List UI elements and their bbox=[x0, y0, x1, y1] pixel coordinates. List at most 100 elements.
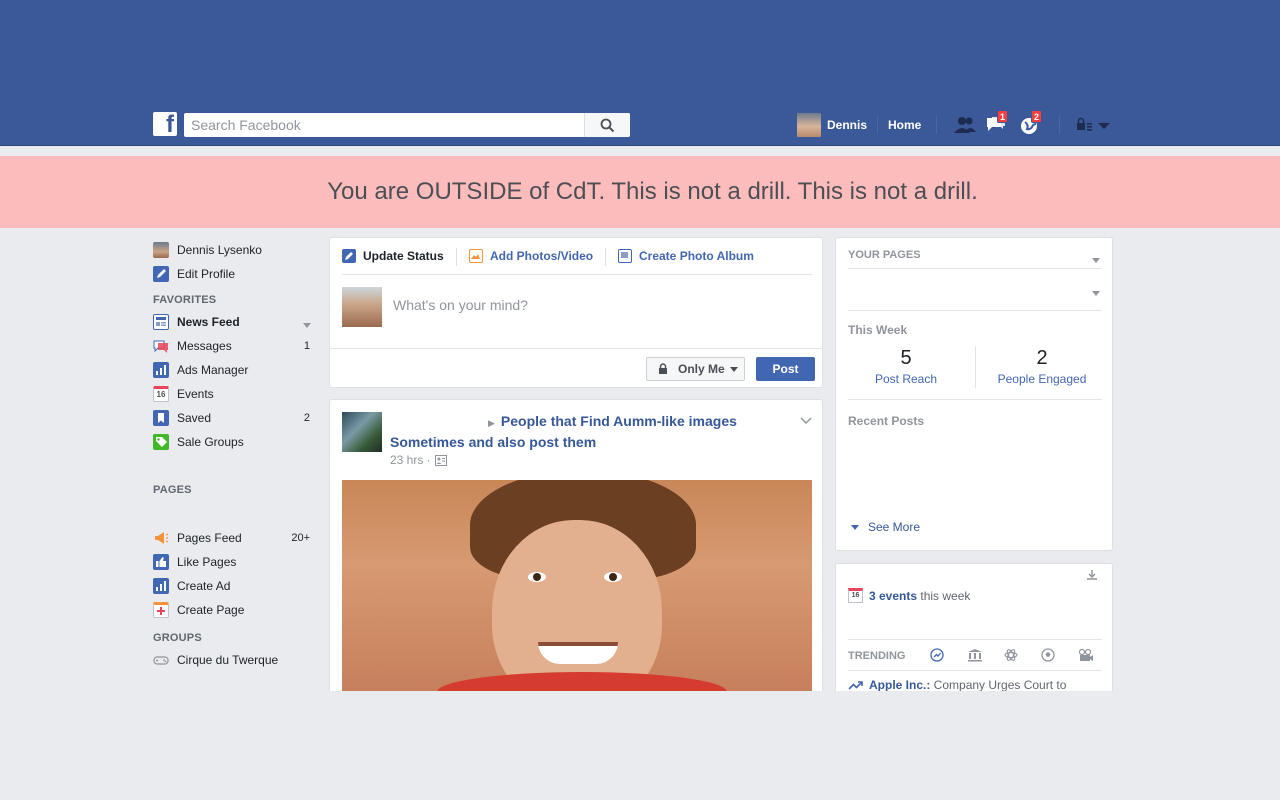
people-engaged-link[interactable]: People Engaged bbox=[982, 372, 1102, 386]
avatar[interactable] bbox=[342, 412, 382, 452]
home-link[interactable]: Home bbox=[888, 118, 921, 132]
divider bbox=[975, 346, 976, 388]
privacy-shortcuts-icon[interactable] bbox=[1075, 114, 1099, 136]
sidebar-item-label: Events bbox=[177, 387, 214, 401]
sidebar-item-label: Sale Groups bbox=[177, 435, 244, 449]
avatar[interactable] bbox=[797, 113, 821, 137]
status-input[interactable]: What's on your mind? bbox=[393, 297, 528, 313]
sidebar-item-news-feed[interactable]: News Feed bbox=[153, 310, 313, 334]
post-reach-link[interactable]: Post Reach bbox=[846, 372, 966, 386]
events-row[interactable]: 16 3 events this week bbox=[848, 588, 970, 603]
sidebar-item-profile[interactable]: Dennis Lysenko bbox=[153, 238, 313, 262]
sidebar-item-label: Dennis Lysenko bbox=[177, 243, 262, 257]
avatar bbox=[342, 287, 382, 327]
sidebar-item-edit-profile[interactable]: Edit Profile bbox=[153, 262, 313, 286]
profile-link[interactable]: Dennis bbox=[827, 118, 867, 132]
top-navigation-bar: f Dennis Home 1 2 bbox=[0, 0, 1280, 146]
search-button[interactable] bbox=[584, 113, 630, 137]
divider bbox=[848, 639, 1102, 640]
download-icon[interactable] bbox=[1086, 569, 1098, 584]
events-icon: 16 bbox=[153, 386, 169, 402]
tab-update-status[interactable]: Update Status bbox=[342, 248, 444, 264]
messages-icon[interactable]: 1 bbox=[985, 110, 1009, 136]
sidebar-item-saved[interactable]: Saved 2 bbox=[153, 406, 313, 430]
search-input[interactable] bbox=[184, 113, 584, 137]
nav-divider bbox=[877, 116, 878, 134]
pencil-icon bbox=[153, 266, 169, 282]
trending-sports-icon[interactable] bbox=[1041, 648, 1057, 664]
audience-icon[interactable] bbox=[434, 454, 447, 466]
sidebar-item-label: Messages bbox=[177, 339, 232, 353]
sidebar-item-label: Edit Profile bbox=[177, 267, 236, 281]
tab-label: Create Photo Album bbox=[639, 249, 754, 263]
trending-politics-icon[interactable] bbox=[967, 648, 983, 664]
sidebar-item-label: Create Page bbox=[177, 603, 245, 617]
nav-divider bbox=[1059, 116, 1060, 134]
post-photo[interactable] bbox=[342, 480, 812, 691]
trending-entertainment-icon[interactable] bbox=[1078, 648, 1094, 664]
sidebar-item-messages[interactable]: Messages 1 bbox=[153, 334, 313, 358]
page-selector-chevron-icon[interactable] bbox=[1092, 285, 1100, 299]
notifications-globe-icon[interactable]: 2 bbox=[1019, 110, 1043, 136]
sidebar-item-label: Saved bbox=[177, 411, 212, 425]
sidebar-item-label: News Feed bbox=[177, 315, 240, 329]
sidebar-item-count: 20+ bbox=[291, 532, 310, 544]
trending-item[interactable]: Apple Inc.: Company Urges Court to bbox=[848, 678, 1066, 691]
trending-topic-link[interactable]: Apple Inc.: bbox=[869, 678, 930, 691]
warning-banner: You are OUTSIDE of CdT. This is not a dr… bbox=[0, 156, 1280, 228]
sidebar-item-label: Create Ad bbox=[177, 579, 231, 593]
ads-manager-icon bbox=[153, 362, 169, 378]
tab-divider bbox=[456, 248, 457, 266]
sidebar-item-ads-manager[interactable]: Ads Manager bbox=[153, 358, 313, 382]
sidebar-item-create-page[interactable]: Create Page bbox=[153, 598, 313, 622]
trending-header: TRENDING bbox=[848, 650, 906, 662]
sale-groups-icon bbox=[153, 434, 169, 450]
sidebar-item-sale-groups[interactable]: Sale Groups bbox=[153, 430, 313, 454]
post-reach-value: 5 bbox=[900, 347, 912, 369]
privacy-label: Only Me bbox=[678, 362, 725, 376]
group-icon bbox=[153, 652, 169, 668]
tab-add-photos[interactable]: Add Photos/Video bbox=[469, 248, 593, 264]
sidebar-item-cirque-du-twerque[interactable]: Cirque du Twerque bbox=[153, 648, 313, 672]
tab-label: Update Status bbox=[363, 249, 444, 263]
chevron-down-icon[interactable] bbox=[303, 319, 311, 331]
banner-text: You are OUTSIDE of CdT. This is not a dr… bbox=[327, 178, 978, 205]
avatar bbox=[153, 242, 169, 258]
sidebar-item-like-pages[interactable]: Like Pages bbox=[153, 550, 313, 574]
friend-requests-icon[interactable] bbox=[953, 114, 977, 136]
your-pages-menu-icon[interactable] bbox=[1092, 252, 1100, 266]
facebook-logo-icon[interactable]: f bbox=[153, 111, 177, 138]
trending-category-tabs bbox=[928, 648, 1098, 664]
post-options-chevron-icon[interactable] bbox=[800, 414, 812, 428]
post-button[interactable]: Post bbox=[756, 357, 815, 381]
privacy-selector[interactable]: Only Me bbox=[646, 357, 745, 381]
sidebar-item-events[interactable]: 16 Events bbox=[153, 382, 313, 406]
top-right-nav: Dennis Home 1 2 bbox=[797, 110, 1113, 138]
account-menu-chevron-icon[interactable] bbox=[1097, 114, 1111, 136]
sidebar-item-label: Cirque du Twerque bbox=[177, 653, 279, 667]
see-more-link[interactable]: See More bbox=[851, 520, 920, 534]
engaged-value: 2 bbox=[1036, 347, 1048, 369]
trending-science-icon[interactable] bbox=[1004, 648, 1020, 664]
caret-right-icon: ▶ bbox=[488, 418, 495, 428]
sidebar-item-pages-feed[interactable]: Pages Feed 20+ bbox=[153, 526, 313, 550]
photo-face bbox=[492, 520, 662, 691]
trending-top-icon[interactable] bbox=[930, 648, 946, 664]
chevron-down-icon bbox=[851, 524, 859, 530]
pages-feed-icon bbox=[153, 530, 169, 546]
events-count-link[interactable]: 3 events bbox=[869, 589, 917, 603]
left-sidebar: Dennis Lysenko Edit Profile FAVORITES Ne… bbox=[153, 238, 313, 672]
feed-post: ▶ People that Find Aumm-like images Somet… bbox=[329, 399, 823, 691]
trending-arrow-icon bbox=[848, 681, 863, 690]
post-timestamp[interactable]: 23 hrs · bbox=[390, 453, 431, 467]
groups-header: GROUPS bbox=[153, 632, 202, 644]
photo-eye bbox=[604, 572, 622, 582]
divider bbox=[848, 670, 1102, 671]
sidebar-item-label: Like Pages bbox=[177, 555, 237, 569]
group-link[interactable]: People that Find Aumm-like images Someti… bbox=[390, 413, 737, 450]
like-pages-icon bbox=[153, 554, 169, 570]
search-box bbox=[184, 113, 630, 137]
tab-create-album[interactable]: Create Photo Album bbox=[618, 248, 754, 264]
post-title[interactable]: ▶ People that Find Aumm-like images Somet… bbox=[390, 412, 770, 452]
sidebar-item-create-ad[interactable]: Create Ad bbox=[153, 574, 313, 598]
